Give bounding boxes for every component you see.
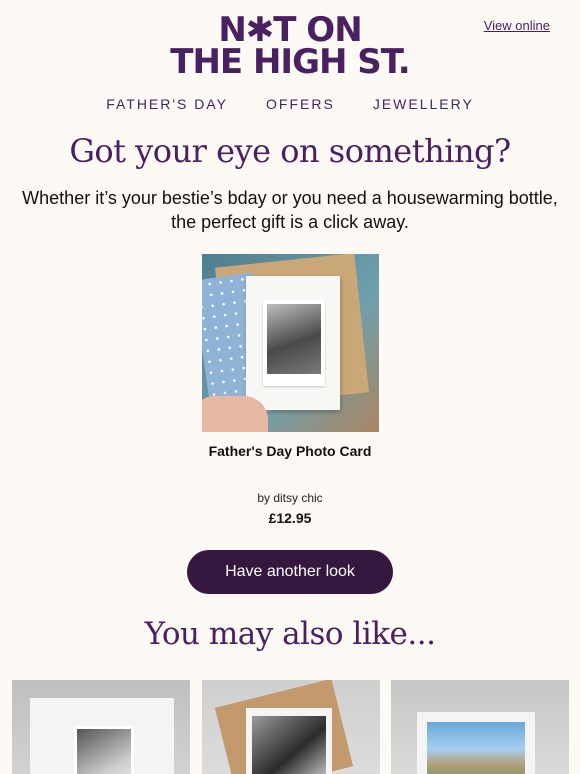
- product-image[interactable]: [202, 254, 379, 432]
- hero-subcopy-line-1: Whether it’s your bestie’s bday or you n…: [22, 188, 558, 208]
- product-seller: by ditsy chic: [257, 491, 323, 505]
- recommendation-card-1[interactable]: [12, 680, 190, 774]
- top-nav: FATHER'S DAY OFFERS JEWELLERY: [0, 96, 580, 112]
- brand-logo[interactable]: N✱T ON THE HIGH ST.: [0, 13, 580, 82]
- nav-item-offers[interactable]: OFFERS: [266, 96, 335, 112]
- recommendation-image-1: [30, 698, 174, 774]
- nav-item-fathers-day[interactable]: FATHER'S DAY: [106, 96, 228, 112]
- nav-item-jewellery[interactable]: JEWELLERY: [373, 96, 474, 112]
- recommendation-card-2[interactable]: [202, 680, 380, 774]
- polaroid-photo: [263, 300, 325, 386]
- logo-line-2: THE HIGH ST.: [170, 42, 410, 82]
- recommendations-heading: You may also like...: [144, 616, 436, 652]
- photo-card: [246, 276, 340, 410]
- hero-subcopy: Whether it’s your bestie’s bday or you n…: [20, 186, 560, 234]
- hero-headline: Got your eye on something?: [69, 132, 511, 170]
- have-another-look-button[interactable]: Have another look: [187, 550, 393, 594]
- recommendation-card-3[interactable]: [391, 680, 569, 774]
- recommendation-image-3: [417, 712, 535, 774]
- product-price: £12.95: [268, 510, 312, 526]
- hero-subcopy-line-2: the perfect gift is a click away.: [171, 212, 409, 232]
- hand: [202, 396, 268, 432]
- product-name[interactable]: Father's Day Photo Card: [0, 443, 580, 459]
- recommendation-image-2: [246, 708, 332, 774]
